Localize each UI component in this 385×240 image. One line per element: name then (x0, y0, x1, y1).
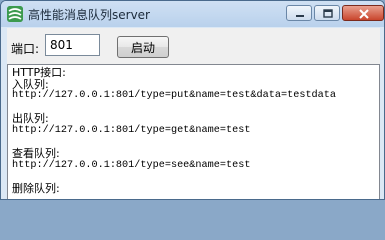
output-line: 删除队列: (12, 181, 60, 195)
minimize-button[interactable] (286, 5, 312, 21)
minimize-icon (296, 15, 304, 17)
client-area: 端口: 启动 HTTP接口: 入队列: http://127.0.0.1:801… (7, 28, 380, 199)
start-button[interactable]: 启动 (117, 36, 169, 58)
output-line: http://127.0.0.1:801/type=get&name=test (12, 124, 251, 136)
output-line: http://127.0.0.1:801/type=put&name=test&… (12, 90, 337, 102)
output-line: 入队列: (12, 77, 49, 91)
title-bar[interactable]: 高性能消息队列server (1, 1, 384, 27)
output-line: http://127.0.0.1:801/type=see&name=test (12, 159, 251, 171)
output-line: HTTP接口: (12, 66, 66, 79)
port-input[interactable] (45, 34, 100, 56)
output-textarea[interactable]: HTTP接口: 入队列: http://127.0.0.1:801/type=p… (7, 64, 380, 199)
close-button[interactable] (342, 5, 384, 21)
maximize-button[interactable] (314, 5, 340, 21)
maximize-icon (323, 9, 333, 18)
output-line: 出队列: (12, 112, 49, 126)
app-icon (7, 6, 23, 22)
window-title: 高性能消息队列server (28, 8, 150, 22)
output-line: 查看队列: (12, 147, 60, 161)
port-label: 端口: (11, 42, 40, 56)
app-window: 高性能消息队列server 端口: 启动 HTTP接口: 入队列: http:/… (0, 0, 385, 200)
close-icon (359, 9, 369, 19)
